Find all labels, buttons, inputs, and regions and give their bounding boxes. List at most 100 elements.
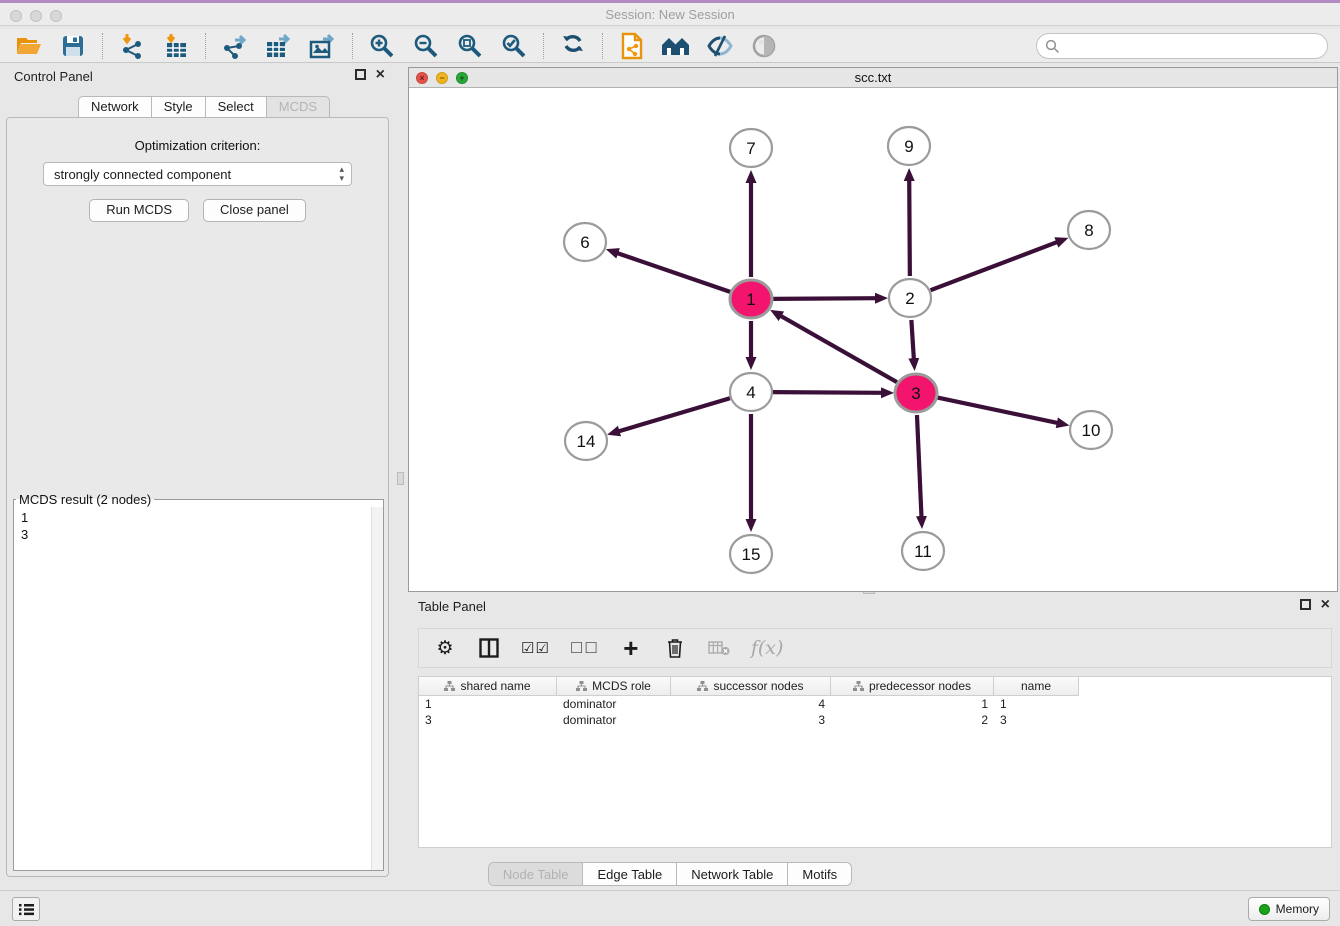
node-8[interactable]: 8 [1068, 211, 1110, 249]
node-1[interactable]: 1 [730, 280, 772, 318]
table-row[interactable]: 3dominator323 [419, 712, 1331, 728]
node-9[interactable]: 9 [888, 127, 930, 165]
export-image-button[interactable] [308, 32, 338, 60]
tab-node-table[interactable]: Node Table [489, 863, 584, 885]
tab-edge-table[interactable]: Edge Table [583, 863, 677, 885]
svg-text:15: 15 [742, 545, 761, 564]
table-cell: 1 [994, 696, 1079, 712]
node-table[interactable]: shared name MCDS rolesuccessor nodesprede… [418, 676, 1332, 848]
table-cell: 3 [419, 712, 557, 728]
home-button[interactable] [661, 32, 691, 60]
column-header-shared-name[interactable]: shared name [419, 677, 557, 696]
memory-button[interactable]: Memory [1248, 897, 1330, 921]
table-cell: dominator [557, 696, 671, 712]
zoom-out-button[interactable] [411, 32, 441, 60]
refresh-button[interactable] [558, 32, 588, 60]
table-cell: dominator [557, 712, 671, 728]
fx-icon: f(x) [751, 637, 784, 659]
control-panel-header: Control Panel × [0, 66, 395, 90]
node-10[interactable]: 10 [1070, 411, 1112, 449]
svg-text:4: 4 [746, 383, 755, 402]
search-input[interactable] [1060, 39, 1327, 54]
show-columns-button[interactable] [477, 634, 501, 662]
edge-3-11[interactable] [917, 415, 922, 518]
node-2[interactable]: 2 [889, 279, 931, 317]
node-14[interactable]: 14 [565, 422, 607, 460]
node-3[interactable]: 3 [895, 374, 937, 412]
close-panel-button[interactable]: Close panel [203, 199, 306, 222]
import-network-button[interactable] [117, 32, 147, 60]
node-6[interactable]: 6 [564, 223, 606, 261]
delete-table-button[interactable] [707, 634, 731, 662]
float-table-panel-icon[interactable] [1300, 599, 1311, 610]
homes-icon [661, 35, 691, 57]
tab-mcds[interactable]: MCDS [266, 96, 330, 118]
svg-text:14: 14 [577, 432, 596, 451]
tab-style[interactable]: Style [151, 96, 205, 118]
column-header-name[interactable]: name [994, 677, 1079, 696]
add-column-button[interactable]: + [619, 634, 643, 662]
import-table-button[interactable] [161, 32, 191, 60]
tab-network[interactable]: Network [78, 96, 151, 118]
network-minimize-button[interactable]: − [436, 72, 448, 84]
open-file-button[interactable] [14, 32, 44, 60]
edge-1-2[interactable] [773, 298, 877, 299]
result-scrollbar[interactable] [371, 507, 383, 870]
function-builder-button[interactable]: f(x) [751, 634, 784, 662]
column-header-successor-nodes[interactable]: successor nodes [671, 677, 831, 696]
network-file-button[interactable] [617, 32, 647, 60]
edge-3-10[interactable] [938, 398, 1059, 424]
tab-motifs[interactable]: Motifs [788, 863, 851, 885]
export-network-button[interactable] [220, 32, 250, 60]
column-label: shared name [460, 679, 530, 693]
svg-text:3: 3 [911, 384, 920, 403]
select-all-columns-button[interactable]: ☑☑ [521, 634, 550, 662]
run-mcds-button[interactable]: Run MCDS [89, 199, 189, 222]
edge-1-6[interactable] [616, 253, 730, 292]
network-close-button[interactable]: × [416, 72, 428, 84]
node-4[interactable]: 4 [730, 373, 772, 411]
export-table-button[interactable] [264, 32, 294, 60]
table-cell: 1 [831, 696, 994, 712]
criterion-dropdown[interactable]: strongly connected component ▴▾ [43, 162, 352, 186]
edge-4-3[interactable] [773, 392, 883, 393]
zoom-fit-button[interactable] [455, 32, 485, 60]
task-history-button[interactable] [12, 897, 40, 921]
network-zoom-button[interactable]: + [456, 72, 468, 84]
vertical-splitter-handle[interactable] [397, 472, 404, 485]
node-11[interactable]: 11 [902, 532, 944, 570]
search-box[interactable] [1036, 33, 1328, 59]
open-folder-icon [15, 35, 43, 57]
node-15[interactable]: 15 [730, 535, 772, 573]
delete-columns-button[interactable] [663, 634, 687, 662]
edge-3-1[interactable] [780, 315, 897, 382]
columns-icon [479, 638, 499, 658]
export-image-icon [309, 33, 337, 59]
close-table-panel-icon[interactable]: × [1321, 599, 1330, 610]
import-network-icon [119, 33, 145, 59]
table-options-button[interactable]: ⚙ [433, 634, 457, 662]
zoom-selected-button[interactable] [499, 32, 529, 60]
unselect-all-columns-button[interactable]: ☐☐ [570, 634, 599, 662]
search-icon [1045, 39, 1060, 54]
tree-icon [444, 681, 455, 691]
edge-2-9[interactable] [909, 179, 910, 276]
edge-2-3[interactable] [911, 320, 914, 360]
float-panel-icon[interactable] [355, 69, 366, 80]
show-graphics-button[interactable] [749, 32, 779, 60]
save-session-button[interactable] [58, 32, 88, 60]
column-header-predecessor-nodes[interactable]: predecessor nodes [831, 677, 994, 696]
tab-select[interactable]: Select [205, 96, 266, 118]
table-row[interactable]: 1dominator411 [419, 696, 1331, 712]
node-7[interactable]: 7 [730, 129, 772, 167]
close-panel-icon[interactable]: × [376, 69, 385, 80]
delete-table-icon [708, 640, 730, 656]
edge-4-14[interactable] [618, 398, 730, 431]
tab-network-table[interactable]: Network Table [677, 863, 788, 885]
column-header-MCDS-role[interactable]: MCDS role [557, 677, 671, 696]
unchecked-boxes-icon: ☐☐ [570, 639, 599, 657]
zoom-in-button[interactable] [367, 32, 397, 60]
network-canvas[interactable]: 7 9 6 8 1 2 4 3 14 10 15 11 [409, 88, 1337, 591]
edge-2-8[interactable] [931, 242, 1059, 290]
hide-graphics-button[interactable] [705, 32, 735, 60]
